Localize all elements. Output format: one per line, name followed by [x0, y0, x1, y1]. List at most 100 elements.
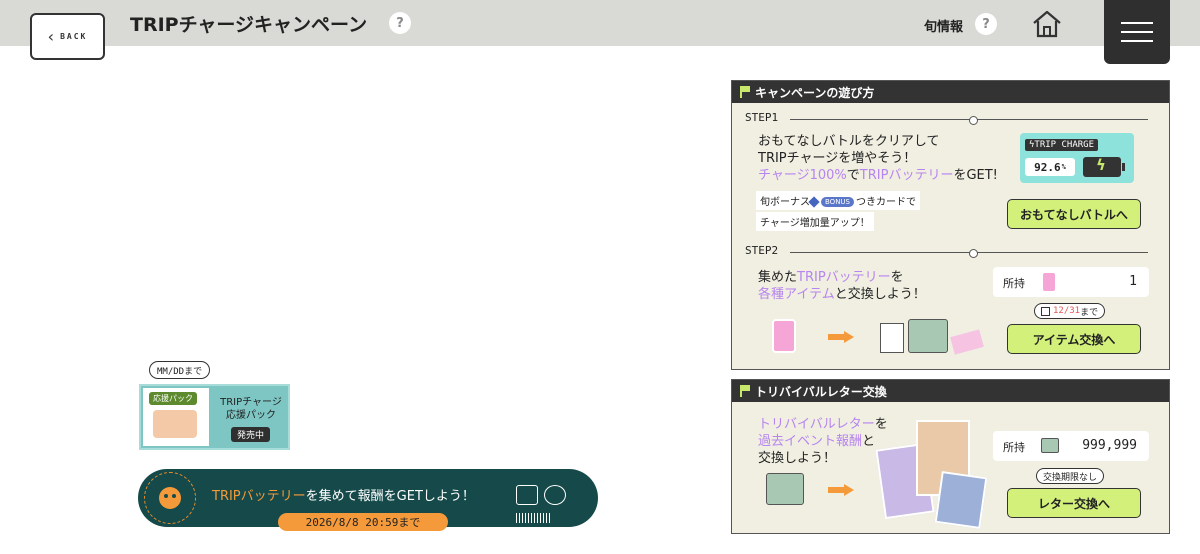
various-items-text: 各種アイテム — [758, 287, 835, 302]
menu-icon-bar — [1121, 40, 1153, 42]
event-cards-illustration — [875, 420, 988, 529]
menu-icon-bar — [1121, 22, 1153, 24]
badge-emblem-icon — [159, 487, 181, 509]
step2-trip-battery-text: TRIPバッテリー — [797, 270, 891, 285]
pack-cake-icon — [153, 410, 197, 438]
charge-percent: 92.6% — [1025, 158, 1075, 176]
flag-icon — [740, 385, 750, 397]
item-card-icon — [880, 323, 904, 353]
owned-label: 所持 — [1003, 277, 1025, 290]
trivia-title: トリバイバルレター交換 — [755, 384, 887, 399]
letter-exchange-button[interactable]: レター交換へ — [1007, 488, 1141, 518]
step-divider — [790, 249, 1148, 258]
banner-text: TRIPバッテリーを集めて報酬をGETしよう！ — [212, 485, 475, 504]
trivia-text-2b: と — [862, 434, 876, 449]
step2-text-2b: と交換しよう！ — [834, 287, 926, 302]
airplane-icon — [544, 485, 566, 505]
trivia-text-2: 過去イベント報酬と — [758, 433, 875, 450]
battery-owned-box: 所持 1 — [993, 267, 1149, 297]
banner-trip-battery-text: TRIPバッテリー — [212, 489, 306, 504]
trip-battery-icon — [1043, 273, 1055, 291]
trip-battery-illustration — [772, 319, 796, 353]
bonus-note: 旬ボーナス BONUS つきカードで — [756, 191, 920, 210]
trivia-text-3: 交換しよう！ — [758, 451, 837, 466]
step2-text-2: 各種アイテムと交換しよう！ — [758, 286, 926, 303]
back-button[interactable]: ‹ BACK — [30, 13, 105, 60]
trip-charge-tag: ϟTRIP CHARGE — [1025, 139, 1099, 151]
past-event-rewards-text: 過去イベント報酬 — [758, 434, 863, 449]
chevron-left-icon: ‹ — [47, 27, 55, 46]
pack-title-1: TRIPチャージ — [220, 397, 282, 408]
bonus-note-2: チャージ増加量アップ！ — [756, 212, 874, 231]
letter-illustration — [766, 473, 804, 505]
deadline-suffix: まで — [1080, 307, 1099, 318]
lightning-icon: ϟ — [1096, 156, 1106, 174]
items-illustration — [880, 311, 990, 357]
pack-deadline-bubble: MM/DDまで — [149, 361, 211, 379]
welcome-hawai-badge — [144, 472, 196, 524]
trivia-text-1: トリバイバルレターを — [758, 416, 888, 433]
step1-text-3b: で — [846, 168, 860, 183]
trivia-letter-text: トリバイバルレター — [758, 417, 875, 432]
letter-owned-box: 所持 999,999 — [993, 431, 1149, 461]
item-exchange-button[interactable]: アイテム交換へ — [1007, 324, 1141, 354]
calendar-icon — [1041, 306, 1050, 316]
step2-label: STEP2 — [745, 244, 779, 257]
step1-text-1: おもてなしバトルをクリアして — [758, 134, 940, 149]
howto-title: キャンペーンの遊び方 — [755, 85, 875, 100]
banner-icons — [516, 485, 566, 505]
trip-charge-gauge: ϟTRIP CHARGE 92.6% ϟ — [1020, 133, 1134, 183]
flag-icon — [740, 86, 750, 98]
menu-icon-bar — [1121, 31, 1153, 33]
pack-on-sale-badge: 発売中 — [231, 427, 271, 442]
bonus-diamond-icon — [808, 196, 820, 208]
arrow-right-icon — [828, 331, 854, 343]
pack-title: TRIPチャージ 応援パック — [213, 396, 289, 422]
step2-text-1a: 集めた — [758, 270, 798, 285]
season-help-icon[interactable]: ? — [975, 13, 997, 35]
howto-panel-header: キャンペーンの遊び方 — [732, 81, 1169, 103]
pack-label: 応援パック — [149, 392, 197, 405]
step1-label: STEP1 — [745, 111, 779, 124]
step2-text-1: 集めたTRIPバッテリーを — [758, 269, 904, 286]
home-icon[interactable] — [1030, 8, 1064, 40]
bonus-text-b: つきカードで — [856, 197, 916, 208]
bonus-badge: BONUS — [821, 197, 854, 207]
crystal-icon — [950, 329, 984, 355]
barcode-decoration — [516, 513, 552, 523]
help-icon[interactable]: ? — [389, 12, 411, 34]
step2-text-1c: を — [890, 270, 904, 285]
charge-100-text: チャージ100% — [758, 168, 847, 183]
step1-text-3: チャージ100%でTRIPバッテリーをGET! — [758, 167, 998, 184]
banner-deadline: 2026/8/8 20:59まで — [278, 513, 448, 531]
omotenashi-battle-button[interactable]: おもてなしバトルへ — [1007, 199, 1141, 229]
no-deadline-note: 交換期限なし — [1036, 468, 1105, 484]
letter-icon — [908, 319, 948, 353]
trip-battery-text: TRIPバッテリー — [859, 168, 954, 183]
letter-owned-count: 999,999 — [1082, 438, 1137, 453]
owned-label: 所持 — [1003, 441, 1025, 454]
event-card-3 — [934, 471, 988, 529]
page-title: TRIPチャージキャンペーン — [130, 14, 368, 36]
support-pack-card[interactable]: 応援パック TRIPチャージ 応援パック 発売中 — [139, 384, 290, 450]
menu-button[interactable] — [1104, 0, 1170, 64]
charge-value: 92.6 — [1034, 160, 1061, 174]
bonus-text-a: 旬ボーナス — [760, 197, 810, 208]
item-exchange-deadline: 12/31 まで — [1034, 303, 1106, 319]
charge-unit: % — [1061, 163, 1066, 171]
season-info-label[interactable]: 旬情報 — [924, 16, 963, 35]
banner-text-b: を集めて報酬をGETしよう！ — [305, 489, 475, 504]
arrow-right-icon — [828, 484, 854, 496]
battery-owned-count: 1 — [1129, 274, 1137, 289]
deadline-date: 12/31 — [1053, 306, 1081, 316]
ticket-icon — [516, 485, 538, 505]
pack-title-2: 応援パック — [226, 410, 276, 421]
letter-icon — [1041, 438, 1059, 453]
trivia-panel-header: トリバイバルレター交換 — [732, 380, 1169, 402]
howto-panel: キャンペーンの遊び方 STEP1 おもてなしバトルをクリアして TRIPチャージ… — [731, 80, 1170, 370]
trivia-letter-panel: トリバイバルレター交換 トリバイバルレターを 過去イベント報酬と 交換しよう！ … — [731, 379, 1170, 534]
step-divider — [790, 116, 1148, 125]
step1-text-3d: をGET! — [953, 168, 998, 183]
step1-text-2: TRIPチャージを増やそう！ — [758, 151, 917, 166]
back-label: BACK — [60, 32, 88, 41]
